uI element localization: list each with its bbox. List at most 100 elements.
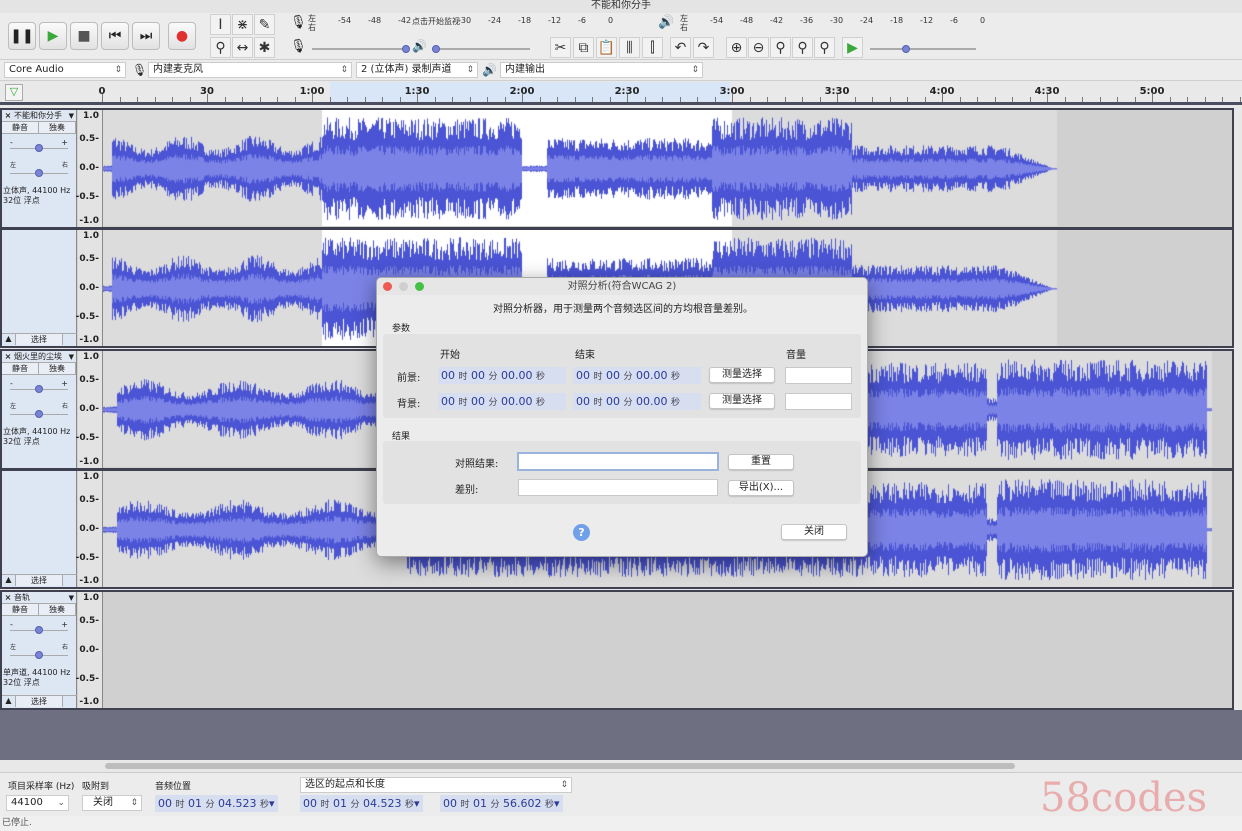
track-header[interactable]: × 烟火里的尘埃 ▼ bbox=[2, 351, 76, 363]
channels-select[interactable]: 2 (立体声) 录制声道 ⇕ bbox=[356, 62, 478, 78]
undo-button[interactable]: ↶ bbox=[670, 37, 691, 58]
play-button[interactable]: ▶ bbox=[39, 22, 67, 50]
record-button[interactable]: ● bbox=[168, 22, 196, 50]
zoom-in-button[interactable]: ⊕ bbox=[726, 37, 747, 58]
close-track-icon[interactable]: × bbox=[2, 351, 14, 362]
record-meter[interactable]: 左右 -54 -48 -42 点击开始监视 -30 -24 -18 -12 -6 0 bbox=[308, 13, 638, 32]
envelope-tool[interactable]: ⋇ bbox=[232, 14, 253, 35]
timeline-ruler[interactable]: ▽ 0 30 1:00 1:30 2:00 2:30 3:00 3:30 4:00 4:30 5:0… bbox=[0, 82, 1242, 105]
slider-knob[interactable] bbox=[35, 410, 43, 418]
close-button[interactable]: 关闭 bbox=[781, 524, 847, 540]
slider-knob[interactable] bbox=[35, 626, 43, 634]
background-start-field[interactable]: 00 时 00 分 00.00 秒 bbox=[438, 393, 566, 410]
close-window-button[interactable] bbox=[383, 282, 392, 291]
zoom-out-button[interactable]: ⊖ bbox=[748, 37, 769, 58]
measure-foreground-button[interactable]: 测量选择 bbox=[709, 367, 775, 383]
paste-button[interactable]: 📋 bbox=[596, 37, 617, 58]
background-volume-field[interactable] bbox=[785, 393, 852, 410]
close-track-icon[interactable]: × bbox=[2, 592, 14, 603]
gain-slider[interactable] bbox=[10, 385, 68, 393]
slider-knob[interactable] bbox=[35, 144, 43, 152]
record-meter-prompt[interactable]: 点击开始监视 bbox=[412, 16, 460, 27]
collapse-track-icon[interactable]: ▲ bbox=[2, 696, 16, 707]
foreground-end-field[interactable]: 00 时 00 分 00.00 秒 bbox=[573, 367, 701, 384]
difference-field[interactable] bbox=[518, 479, 718, 496]
dropdown-arrow-icon[interactable]: ▼ bbox=[69, 592, 76, 603]
draw-tool[interactable]: ✎ bbox=[254, 14, 275, 35]
waveform-channel[interactable] bbox=[103, 110, 1232, 226]
copy-button[interactable]: ⧉ bbox=[573, 37, 594, 58]
audio-position-field[interactable]: 00 时 01 分 04.523 秒▾ bbox=[155, 795, 278, 812]
track-name-menu[interactable]: 烟火里的尘埃 bbox=[14, 351, 69, 362]
zoom-toggle-button[interactable]: ⚲ bbox=[814, 37, 835, 58]
redo-button[interactable]: ↷ bbox=[693, 37, 714, 58]
selection-length-field[interactable]: 00 时 01 分 56.602 秒▾ bbox=[440, 795, 563, 812]
zoom-tool[interactable]: ⚲ bbox=[210, 37, 231, 58]
pan-slider[interactable] bbox=[10, 410, 68, 418]
measure-background-button[interactable]: 测量选择 bbox=[709, 393, 775, 409]
zoom-window-button[interactable] bbox=[415, 282, 424, 291]
project-rate-select[interactable]: 44100 ⌄ bbox=[6, 795, 69, 811]
slider-knob[interactable] bbox=[432, 45, 440, 53]
foreground-volume-field[interactable] bbox=[785, 367, 852, 384]
skip-start-button[interactable]: ⏮ bbox=[101, 22, 129, 50]
audio-host-select[interactable]: Core Audio ⇕ bbox=[4, 62, 126, 78]
select-track-button[interactable]: 选择 bbox=[16, 334, 63, 345]
track-header[interactable]: × 音轨 ▼ bbox=[2, 592, 76, 604]
select-track-button[interactable]: 选择 bbox=[16, 575, 63, 586]
selection-mode-select[interactable]: 选区的起点和长度 ⇕ bbox=[300, 777, 572, 793]
mute-button[interactable]: 静音 bbox=[2, 363, 39, 374]
gain-slider[interactable] bbox=[10, 626, 68, 634]
track-header[interactable]: × 不能和你分手 ▼ bbox=[2, 110, 76, 122]
selection-tool[interactable]: I bbox=[210, 14, 231, 35]
track-name-menu[interactable]: 音轨 bbox=[14, 592, 69, 603]
output-device-select[interactable]: 内建输出 ⇕ bbox=[500, 62, 703, 78]
silence-button[interactable]: ⫿ bbox=[642, 37, 663, 58]
play-at-speed-triangle-icon[interactable]: ▽ bbox=[5, 84, 23, 101]
input-device-select[interactable]: 内建麦克风 ⇕ bbox=[148, 62, 352, 78]
fit-selection-button[interactable]: ⚲ bbox=[770, 37, 791, 58]
slider-knob[interactable] bbox=[35, 169, 43, 177]
track-control-panel[interactable]: × 音轨 ▼ 静音 独奏 - + 左右单声道, 44100 Hz 32位 浮点 ▲ 选择 bbox=[2, 592, 77, 708]
background-end-field[interactable]: 00 时 00 分 00.00 秒 bbox=[573, 393, 701, 410]
solo-button[interactable]: 独奏 bbox=[39, 122, 76, 133]
track-name-menu[interactable]: 不能和你分手 bbox=[14, 110, 69, 121]
slider-knob[interactable] bbox=[35, 385, 43, 393]
collapse-track-icon[interactable]: ▲ bbox=[2, 575, 16, 586]
contrast-result-field[interactable] bbox=[517, 452, 719, 471]
trim-button[interactable]: ⫼ bbox=[619, 37, 640, 58]
stop-button[interactable]: ■ bbox=[70, 22, 98, 50]
dropdown-arrow-icon[interactable]: ▼ bbox=[69, 351, 76, 362]
multi-tool[interactable]: ✱ bbox=[254, 37, 275, 58]
slider-knob[interactable] bbox=[902, 45, 910, 53]
reset-button[interactable]: 重置 bbox=[728, 454, 794, 470]
play-at-speed-button[interactable]: ▶ bbox=[842, 37, 863, 58]
skip-end-button[interactable]: ⏭ bbox=[132, 22, 160, 50]
selection-start-field[interactable]: 00 时 01 分 04.523 秒▾ bbox=[300, 795, 423, 812]
mute-button[interactable]: 静音 bbox=[2, 604, 39, 615]
scrollbar-thumb[interactable] bbox=[105, 763, 1015, 769]
help-icon[interactable]: ? bbox=[573, 524, 590, 541]
select-track-button[interactable]: 选择 bbox=[16, 696, 63, 707]
foreground-start-field[interactable]: 00 时 00 分 00.00 秒 bbox=[438, 367, 566, 384]
output-volume-slider[interactable] bbox=[432, 45, 530, 53]
collapse-track-icon[interactable]: ▲ bbox=[2, 334, 16, 345]
input-volume-slider[interactable] bbox=[312, 45, 410, 53]
minimize-window-button[interactable] bbox=[399, 282, 408, 291]
horizontal-scrollbar[interactable] bbox=[0, 760, 1242, 772]
play-speed-slider[interactable] bbox=[870, 45, 976, 53]
snap-to-select[interactable]: 关闭 ⇕ bbox=[82, 795, 142, 811]
pause-button[interactable]: ❚❚ bbox=[8, 22, 36, 50]
pan-slider[interactable] bbox=[10, 169, 68, 177]
time-shift-tool[interactable]: ↔ bbox=[232, 37, 253, 58]
slider-knob[interactable] bbox=[35, 651, 43, 659]
dropdown-arrow-icon[interactable]: ▼ bbox=[69, 110, 76, 121]
cut-button[interactable]: ✂ bbox=[550, 37, 571, 58]
close-track-icon[interactable]: × bbox=[2, 110, 14, 121]
pan-slider[interactable] bbox=[10, 651, 68, 659]
export-button[interactable]: 导出(X)... bbox=[728, 480, 794, 496]
fit-project-button[interactable]: ⚲ bbox=[792, 37, 813, 58]
mute-button[interactable]: 静音 bbox=[2, 122, 39, 133]
waveform-channel[interactable] bbox=[103, 592, 1232, 708]
gain-slider[interactable] bbox=[10, 144, 68, 152]
